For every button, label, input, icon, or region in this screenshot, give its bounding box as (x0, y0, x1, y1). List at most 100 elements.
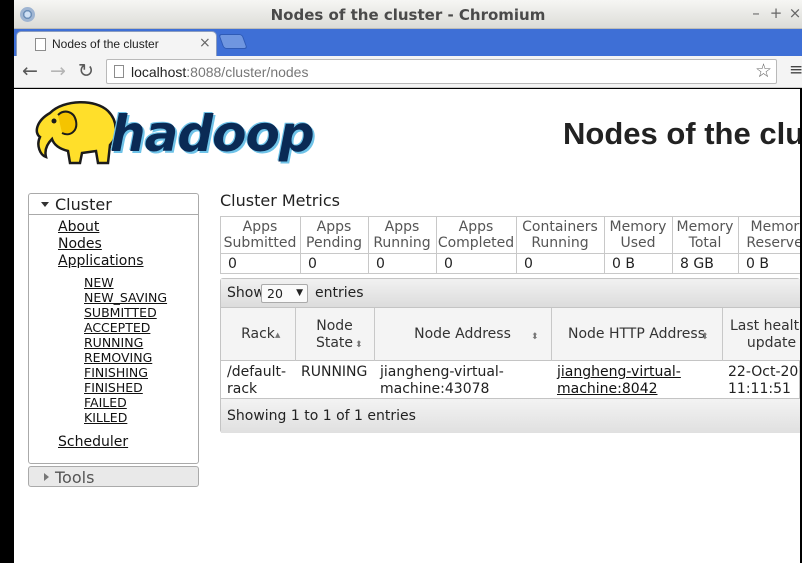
nav-link-new[interactable]: NEW (84, 275, 114, 290)
metric-header: Apps Submitted (220, 219, 300, 251)
minimize-button[interactable]: – (748, 5, 764, 21)
sort-both-icon[interactable]: ⬍ (701, 333, 709, 342)
address-bar[interactable]: localhost:8088/cluster/nodes ☆ (106, 59, 777, 84)
header-divider (722, 308, 723, 361)
page-length-select[interactable]: 20 (261, 284, 308, 303)
cell-node-state: RUNNING (301, 364, 368, 380)
reload-icon[interactable]: ↻ (78, 60, 94, 82)
nav-tools-panel[interactable]: Tools (28, 466, 199, 487)
header-divider (374, 308, 375, 361)
cell-last-health-update-line1: 22-Oct-2014 (728, 364, 800, 380)
table-info-bar: Showing 1 to 1 of 1 entries (221, 398, 800, 433)
table-row: /default-rack RUNNING jiangheng-virtual-ma… (221, 361, 800, 398)
header-divider (551, 308, 552, 361)
nav-link-failed[interactable]: FAILED (84, 395, 127, 410)
metric-value: 0 (228, 256, 237, 272)
tab-strip: Nodes of the cluster × (14, 29, 802, 57)
node-http-address-line1: jiangheng-virtual- (557, 364, 681, 380)
cell-rack-line1: /default- (227, 364, 287, 380)
metric-header-line2: Running (373, 235, 431, 251)
metric-header-line2: Reserved (746, 235, 800, 251)
nav-link-finished[interactable]: FINISHED (84, 380, 143, 395)
metric-header-line1: Apps (316, 219, 352, 235)
node-http-address-link[interactable]: jiangheng-virtual-machine:8042 (557, 364, 681, 398)
metric-value: 0 B (612, 256, 635, 272)
metric-header-line1: Memory (676, 219, 734, 235)
metric-header: Containers Running (516, 219, 604, 251)
nav-link-killed[interactable]: KILLED (84, 410, 127, 425)
column-header-line2: update (746, 335, 797, 351)
expand-triangle-icon (44, 473, 49, 481)
page-icon (35, 38, 46, 51)
tab-nodes-of-the-cluster[interactable]: Nodes of the cluster × (16, 31, 217, 57)
cell-node-address: jiangheng-virtual-machine:43078 (380, 364, 504, 398)
column-header-line1: Node (316, 318, 353, 334)
metric-header: MemoryReserved (738, 219, 800, 251)
column-header-line1: Node HTTP Address (567, 326, 706, 342)
nav-link-scheduler[interactable]: Scheduler (58, 434, 128, 450)
nodes-table-header: Rack Node State Node Address Node HTTP Addre… (221, 308, 800, 361)
cell-rack-line2: rack (227, 381, 258, 397)
nav-link-running[interactable]: RUNNING (84, 335, 143, 350)
nav-cluster-label: Cluster (55, 195, 112, 214)
metric-header: Memory Total (672, 219, 738, 251)
column-header-line1: Last health- (730, 318, 800, 334)
table-length-bar: Show 20 entries (221, 279, 800, 308)
cell-last-health-update-line2: 11:11:51 (728, 381, 791, 397)
collapse-triangle-icon (41, 202, 49, 207)
forward-arrow-icon[interactable]: → (50, 60, 66, 82)
metrics-divider (604, 216, 605, 274)
back-arrow-icon[interactable]: ← (22, 60, 38, 82)
nav-link-new-saving[interactable]: NEW_SAVING (84, 290, 167, 305)
metric-header-line1: Containers (522, 219, 598, 235)
url-text[interactable]: localhost:8088/cluster/nodes (131, 64, 308, 80)
window-title: Nodes of the cluster - Chromium (270, 6, 546, 24)
nav-link-applications[interactable]: Applications (58, 253, 144, 269)
new-tab-button[interactable] (218, 34, 248, 49)
metrics-divider (220, 216, 221, 274)
metric-header-line2: Total (688, 235, 722, 251)
sort-both-icon[interactable]: ⬍ (355, 341, 363, 350)
nodes-column-header[interactable]: Node Address (374, 326, 551, 343)
nav-cluster-panel: Cluster About Nodes Applications NEW NEW_SA… (28, 193, 199, 464)
hadoop-elephant-logo (35, 101, 117, 165)
metric-value: 0 (524, 256, 533, 272)
nodes-column-header[interactable]: Last health-update (722, 318, 800, 352)
metric-header-line2: Submitted (223, 235, 297, 251)
nav-link-submitted[interactable]: SUBMITTED (84, 305, 157, 320)
table-info: Showing 1 to 1 of 1 entries (227, 408, 416, 424)
metrics-divider (516, 216, 517, 274)
metric-value: 0 (444, 256, 453, 272)
hadoop-wordmark: hadoop (110, 105, 315, 163)
column-header-line1: Rack (241, 326, 275, 342)
window-titlebar: Nodes of the cluster - Chromium – + × (14, 0, 802, 29)
metrics-divider (300, 216, 301, 274)
menu-icon[interactable]: ≡ (789, 60, 802, 80)
nav-link-about[interactable]: About (58, 219, 99, 235)
metric-header: Apps Running (368, 219, 436, 251)
nav-cluster-header[interactable]: Cluster (29, 194, 198, 215)
metrics-divider (738, 216, 739, 274)
nodes-column-header[interactable]: Rack (221, 326, 295, 343)
metric-value: 0 B (746, 256, 769, 272)
maximize-button[interactable]: + (768, 5, 784, 21)
page-viewport: hadoop Nodes of the cluster Cluster Abou… (14, 89, 800, 563)
close-window-button[interactable]: × (787, 5, 802, 21)
page-title: Nodes of the cluster (563, 116, 800, 151)
bookmark-star-icon[interactable]: ☆ (755, 60, 772, 82)
nodes-table-wrapper: Show 20 entries RackNodeStateNode Addres… (220, 278, 800, 433)
url-host: localhost (131, 64, 187, 80)
nodes-column-header[interactable]: Node HTTP Address (551, 326, 722, 343)
metric-header-line1: Apps (242, 219, 278, 235)
metric-header-line1: Apps (458, 219, 494, 235)
nav-link-finishing[interactable]: FINISHING (84, 365, 148, 380)
tab-close-icon[interactable]: × (199, 35, 211, 51)
metrics-border-top (220, 216, 800, 217)
nav-link-nodes[interactable]: Nodes (58, 236, 102, 252)
metrics-divider (436, 216, 437, 274)
metric-value: 0 (376, 256, 385, 272)
nav-link-accepted[interactable]: ACCEPTED (84, 320, 150, 335)
sort-both-icon[interactable]: ⬍ (531, 333, 539, 342)
sort-ascending-icon[interactable]: ▲ (275, 332, 280, 339)
nav-link-removing[interactable]: REMOVING (84, 350, 152, 365)
